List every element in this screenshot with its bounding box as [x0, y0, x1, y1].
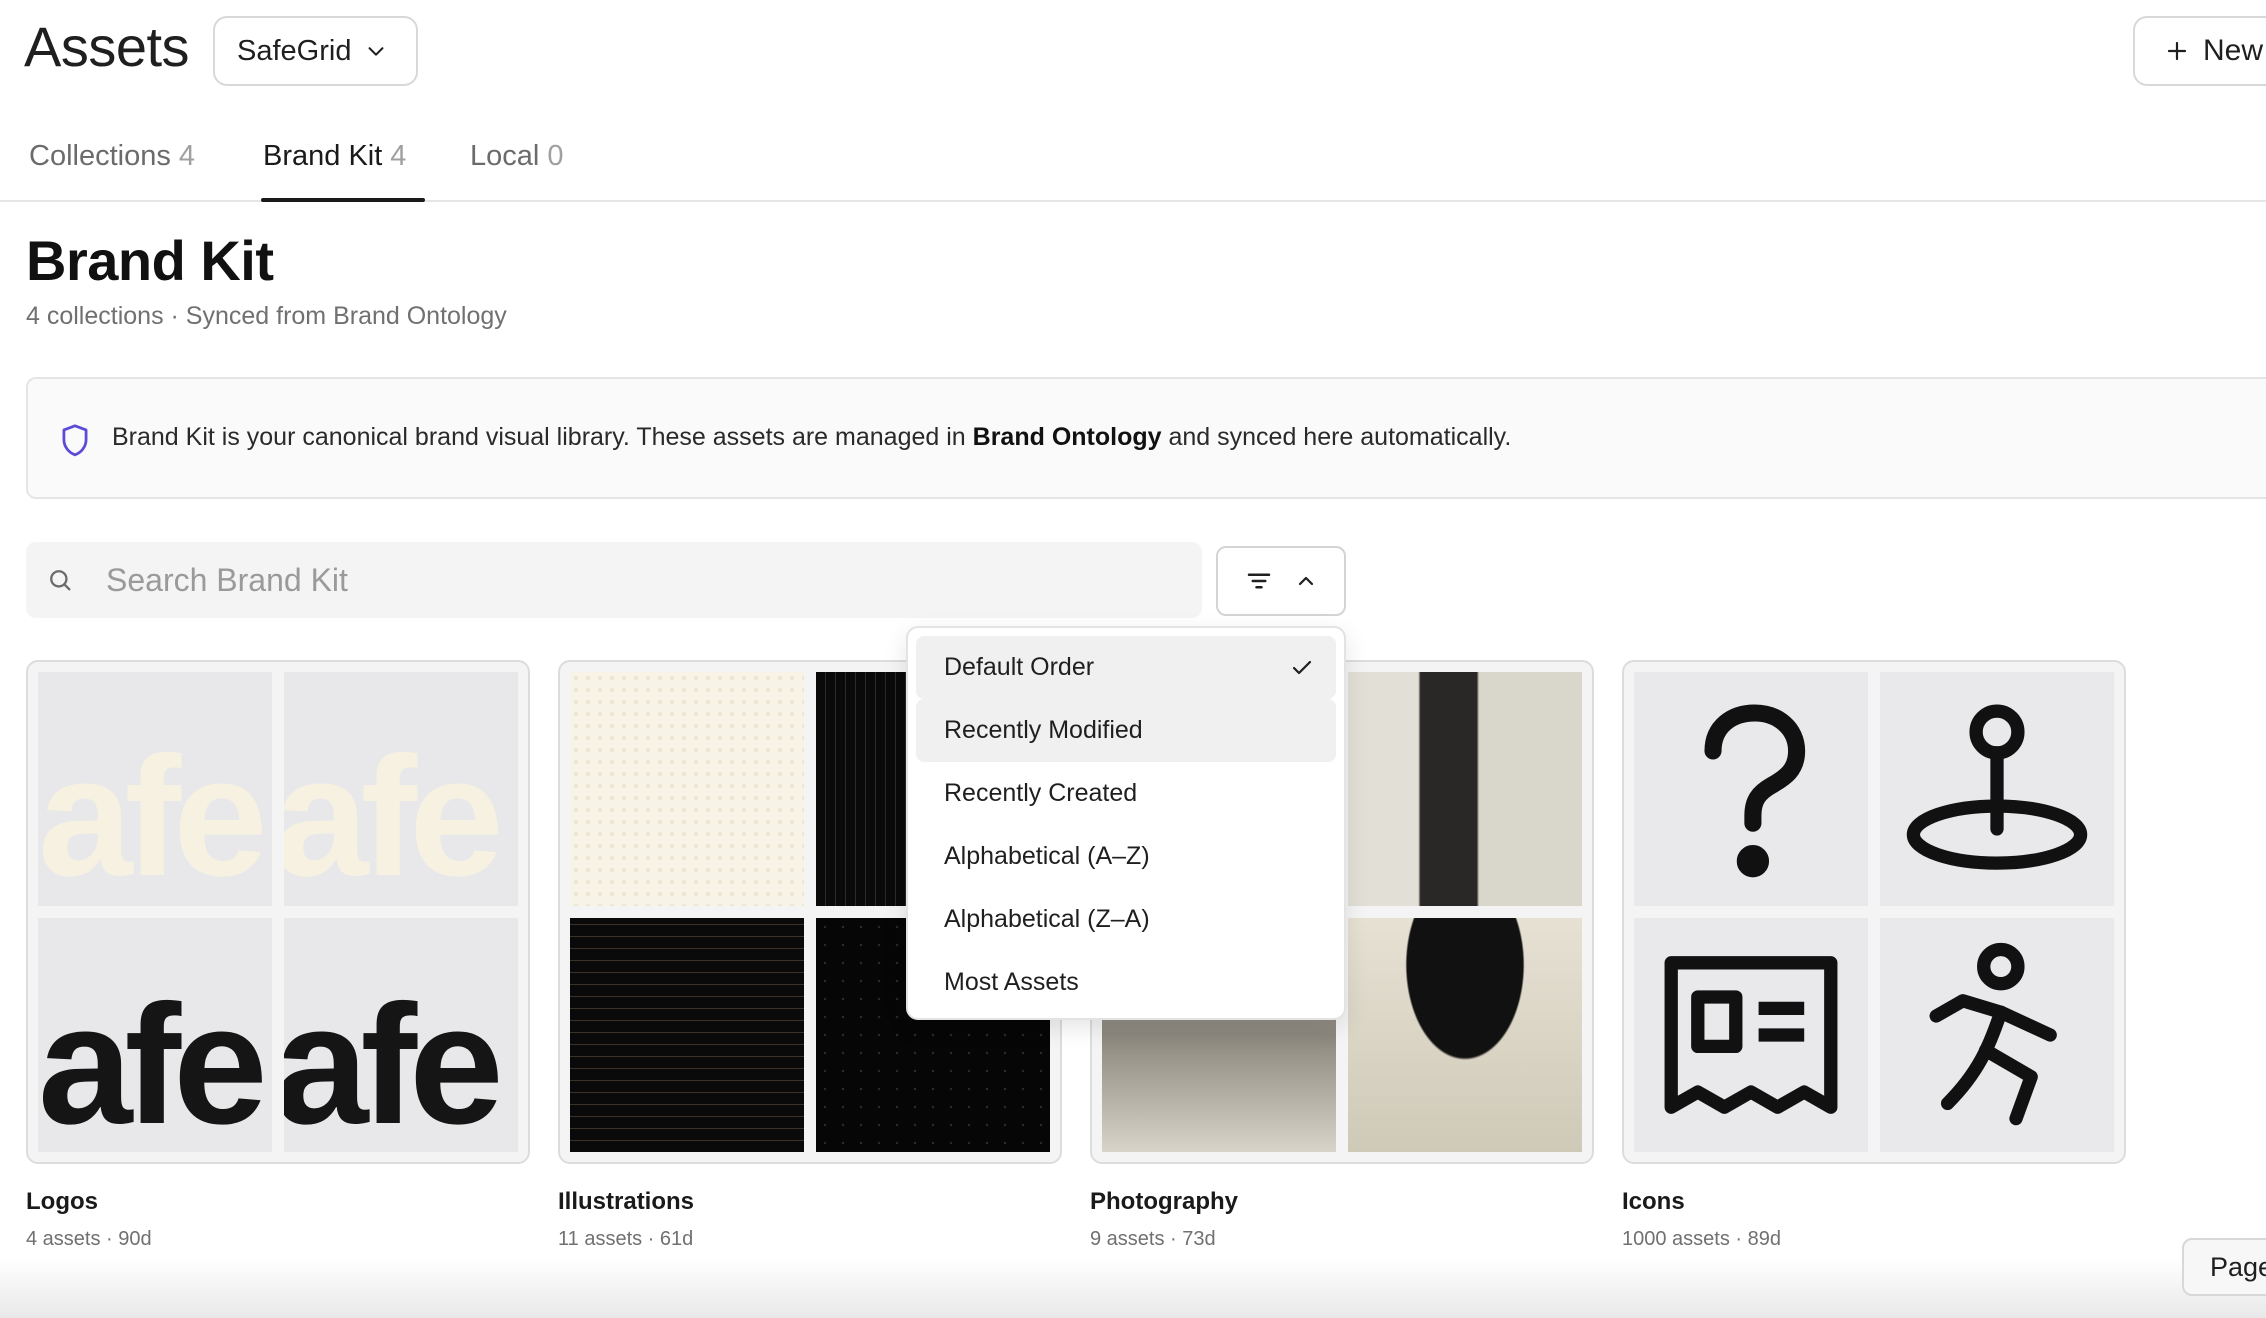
- sort-option-label: Alphabetical (A–Z): [944, 842, 1150, 870]
- tab-bar: Collections 4 Brand Kit 4 Local 0: [0, 130, 2266, 202]
- chevron-up-icon: [1298, 576, 1314, 586]
- sort-dropdown-menu: Default Order Recently Modified Recently…: [906, 626, 1346, 1020]
- card-thumbnail-grid: afe afe afe afe: [26, 660, 530, 1164]
- card-title: Icons: [1622, 1188, 1685, 1215]
- logo-wordmark: afe: [38, 970, 268, 1152]
- card-title: Logos: [26, 1188, 98, 1215]
- page-chip-label: Page: [2210, 1251, 2266, 1282]
- sort-option-label: Recently Modified: [944, 716, 1143, 744]
- card-title: Illustrations: [558, 1188, 695, 1215]
- sort-option-label: Alphabetical (Z–A): [944, 905, 1150, 933]
- tab-collections[interactable]: Collections 4: [29, 140, 195, 200]
- info-banner: Brand Kit is your canonical brand visual…: [26, 377, 2266, 499]
- tab-label: Local: [470, 140, 540, 172]
- sort-option-label: Most Assets: [944, 968, 1079, 996]
- page-title: Assets: [24, 15, 190, 78]
- tab-brand-kit[interactable]: Brand Kit 4: [261, 140, 425, 202]
- collection-card-icons[interactable]: Icons 1000 assets · 89d: [1622, 660, 2126, 1250]
- workspace-select[interactable]: SafeGrid: [213, 16, 418, 86]
- logo-wordmark: afe: [284, 970, 504, 1152]
- sort-option-label: Recently Created: [944, 779, 1138, 807]
- sort-option-recently-created[interactable]: Recently Created: [916, 762, 1336, 825]
- photo-thumbnail: [1348, 672, 1582, 906]
- sort-option-most-assets[interactable]: Most Assets: [916, 951, 1336, 1014]
- search-box: [26, 542, 1202, 618]
- page-chip-button[interactable]: Page: [2182, 1238, 2266, 1296]
- section-subtitle: 4 collections · Synced from Brand Ontolo…: [26, 302, 507, 330]
- icon-thumbnail: [1634, 672, 1868, 906]
- check-icon: [1292, 660, 1312, 675]
- sort-option-alphabetical-az[interactable]: Alphabetical (A–Z): [916, 825, 1336, 888]
- search-icon: [50, 570, 71, 591]
- running-person-icon: [1929, 942, 2057, 1126]
- collection-card-logos[interactable]: afe afe afe afe Logos 4 assets · 90d: [26, 660, 530, 1250]
- question-icon: [1704, 704, 1806, 878]
- banner-link-brand-ontology: Brand Ontology: [972, 423, 1162, 451]
- sort-option-label: Default Order: [944, 653, 1095, 681]
- icon-thumbnail: [1880, 672, 2114, 906]
- tab-label: Collections: [29, 140, 171, 172]
- sort-option-recently-modified[interactable]: Recently Modified: [916, 699, 1336, 762]
- photo-thumbnail: [1348, 918, 1582, 1152]
- logo-wordmark: afe: [284, 722, 504, 906]
- card-meta: 9 assets · 73d: [1090, 1228, 1216, 1250]
- bottom-fade: [0, 1258, 2266, 1318]
- banner-text: Brand Kit is your canonical brand visual…: [112, 423, 973, 451]
- active-tab-indicator: [261, 198, 425, 202]
- sort-option-default-order[interactable]: Default Order: [916, 636, 1336, 699]
- new-button-label: New: [2203, 34, 2264, 67]
- tab-local[interactable]: Local 0: [470, 140, 563, 200]
- new-button[interactable]: New: [2133, 16, 2266, 86]
- banner-message: Brand Kit is your canonical brand visual…: [112, 423, 1511, 452]
- illustration-thumbnail: [570, 918, 804, 1152]
- plus-icon: [2167, 41, 2187, 61]
- banner-text: and synced here automatically.: [1161, 423, 1512, 451]
- id-card-icon: [1664, 956, 1838, 1114]
- logo-thumbnail: afe: [38, 672, 272, 906]
- tab-count: 4: [178, 140, 195, 172]
- search-input[interactable]: [106, 542, 1186, 618]
- tab-count: 4: [390, 140, 407, 172]
- workspace-label: SafeGrid: [237, 34, 352, 67]
- section-title: Brand Kit: [26, 229, 274, 292]
- card-thumbnail-grid: [1622, 660, 2126, 1164]
- location-pin-icon: [1906, 704, 2088, 870]
- logo-wordmark: afe: [38, 722, 268, 906]
- logo-thumbnail: afe: [284, 918, 518, 1152]
- card-meta: 11 assets · 61d: [558, 1228, 694, 1250]
- logo-thumbnail: afe: [38, 918, 272, 1152]
- chevron-down-icon: [369, 47, 384, 56]
- icon-thumbnail: [1880, 918, 2114, 1152]
- illustration-thumbnail: [570, 672, 804, 906]
- filter-icon: [1247, 573, 1271, 589]
- card-title: Photography: [1090, 1188, 1238, 1215]
- card-meta: 4 assets · 90d: [26, 1228, 152, 1250]
- sort-option-alphabetical-za[interactable]: Alphabetical (Z–A): [916, 888, 1336, 951]
- tab-count: 0: [547, 140, 564, 172]
- app-root: Assets SafeGrid New Collections 4 Brand K…: [0, 0, 2266, 1318]
- card-meta: 1000 assets · 89d: [1622, 1228, 1781, 1250]
- sort-filter-button[interactable]: [1216, 546, 1346, 616]
- icon-thumbnail: [1634, 918, 1868, 1152]
- tab-label: Brand Kit: [263, 140, 383, 172]
- shield-icon: [62, 424, 88, 457]
- logo-thumbnail: afe: [284, 672, 518, 906]
